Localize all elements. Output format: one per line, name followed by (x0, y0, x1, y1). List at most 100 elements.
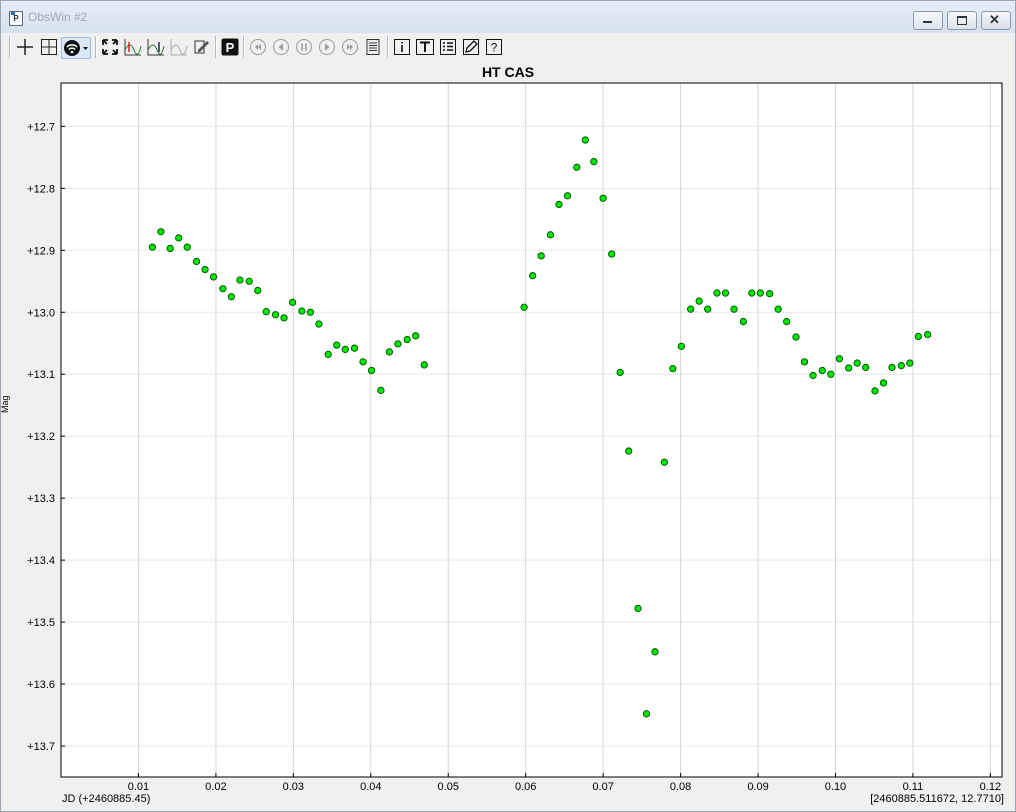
x-tick-label: 0.12 (980, 781, 1001, 793)
data-point (590, 158, 598, 166)
data-point (625, 447, 633, 455)
y-tick-label: +12.9 (27, 245, 55, 257)
data-point (403, 335, 411, 344)
y-tick-label: +13.5 (27, 617, 55, 629)
data-point (183, 243, 191, 251)
y-tick-label: +12.7 (27, 121, 55, 133)
x-tick-label: 0.01 (128, 781, 149, 793)
data-point (546, 231, 555, 239)
data-point (271, 311, 280, 319)
data-point (520, 303, 528, 311)
y-tick-label: +13.1 (27, 369, 55, 381)
data-point (642, 710, 651, 718)
x-tick-label: 0.05 (438, 781, 459, 793)
data-point (809, 371, 817, 380)
data-point (897, 361, 905, 370)
x-tick-label: 0.08 (670, 781, 691, 793)
x-tick-label: 0.09 (747, 781, 768, 793)
data-point (573, 163, 581, 171)
data-point (748, 289, 756, 297)
y-tick-label: +13.0 (27, 307, 55, 319)
data-point (845, 364, 853, 372)
data-point (871, 387, 879, 395)
y-tick-label: +13.6 (27, 679, 55, 691)
data-point (412, 332, 420, 340)
data-point (288, 298, 297, 307)
data-point (792, 333, 800, 341)
data-point (766, 290, 774, 298)
data-point (563, 192, 572, 200)
data-point (800, 358, 809, 366)
data-point (651, 648, 659, 656)
data-point (835, 355, 844, 363)
data-point (385, 348, 394, 356)
data-point (862, 363, 870, 372)
data-point (254, 286, 262, 295)
data-point (599, 194, 607, 202)
data-point (827, 370, 835, 378)
data-point (537, 252, 545, 260)
data-point (634, 604, 642, 613)
data-point (853, 359, 861, 367)
data-point (704, 305, 712, 313)
data-point (660, 458, 668, 466)
data-point (687, 305, 695, 313)
data-point (166, 244, 174, 253)
data-point (359, 358, 367, 366)
x-tick-label: 0.06 (515, 781, 536, 793)
x-tick-label: 0.02 (205, 781, 226, 793)
y-axis-label: Mag (0, 395, 10, 413)
data-point (669, 365, 677, 373)
data-point (739, 317, 747, 326)
data-point (616, 368, 624, 377)
data-point (783, 317, 791, 326)
data-point (367, 366, 376, 375)
data-point (209, 273, 218, 281)
cursor-readout: [2460885.511672, 12.7710] (870, 793, 1004, 805)
plot-area (61, 83, 1002, 777)
data-point (227, 293, 236, 301)
x-origin-label: JD (+2460885.45) (62, 793, 151, 805)
y-tick-label: +12.8 (27, 183, 55, 195)
data-point (341, 345, 349, 354)
data-point (756, 289, 765, 297)
data-point (914, 332, 923, 341)
data-point (280, 314, 288, 322)
y-tick-label: +13.4 (27, 555, 55, 567)
data-point (333, 341, 341, 349)
x-tick-label: 0.07 (592, 781, 613, 793)
data-point (730, 305, 738, 313)
y-tick-label: +13.7 (27, 741, 55, 753)
data-point (774, 305, 782, 313)
data-point (713, 289, 721, 297)
data-point (324, 350, 332, 359)
data-point (377, 386, 385, 394)
x-tick-label: 0.04 (360, 781, 381, 793)
y-tick-label: +13.3 (27, 493, 55, 505)
x-tick-label: 0.10 (825, 781, 846, 793)
data-point (677, 342, 686, 350)
data-point (923, 330, 932, 339)
data-point (306, 308, 315, 316)
data-point (888, 363, 896, 372)
data-point (695, 297, 703, 305)
data-point (219, 285, 227, 293)
data-point (245, 277, 253, 285)
data-point (420, 361, 428, 369)
data-point (148, 243, 157, 251)
data-point (315, 320, 323, 328)
data-point (192, 257, 201, 266)
data-point (262, 307, 270, 316)
data-point (608, 250, 616, 258)
data-point (298, 307, 306, 315)
y-tick-label: +13.2 (27, 431, 55, 443)
data-point (394, 340, 402, 348)
data-point (350, 344, 359, 352)
data-point (879, 379, 888, 387)
data-point (529, 272, 537, 280)
data-point (236, 276, 244, 284)
data-point (555, 200, 563, 209)
light-curve-chart[interactable]: 0.01 0.02 0.03 0.04 0.05 0.06 0.07 0.08 0.09 0.10… (0, 0, 1016, 812)
data-point (906, 359, 914, 367)
data-point (581, 136, 589, 144)
